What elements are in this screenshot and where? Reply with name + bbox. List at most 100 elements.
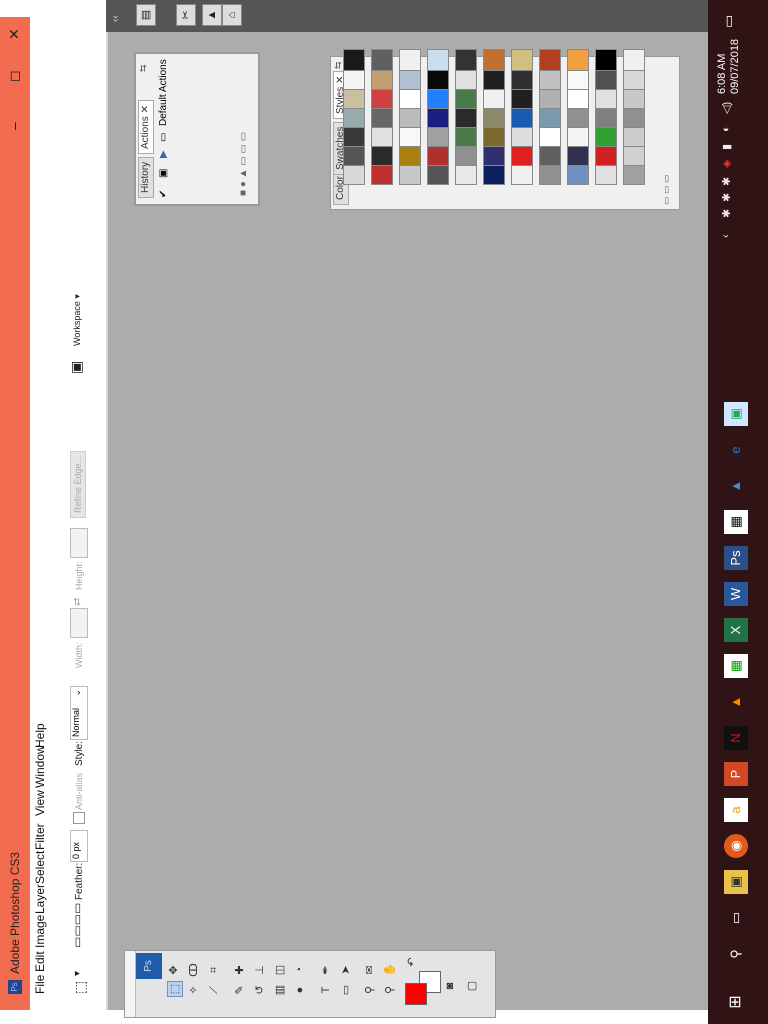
style-swatch[interactable] bbox=[371, 87, 393, 109]
style-swatch[interactable] bbox=[511, 87, 533, 109]
brushes-panel-icon[interactable]: ▤ bbox=[136, 4, 156, 26]
style-swatch[interactable] bbox=[455, 49, 477, 71]
menu-file[interactable]: File bbox=[33, 975, 47, 994]
style-swatch[interactable] bbox=[399, 49, 421, 71]
restore-button[interactable]: ◻ bbox=[6, 70, 23, 82]
style-swatch[interactable] bbox=[343, 106, 365, 128]
style-swatch[interactable] bbox=[371, 144, 393, 166]
style-swatch[interactable] bbox=[567, 49, 589, 71]
tab-history[interactable]: History bbox=[138, 156, 154, 198]
styles-footer-icons[interactable]: ▭ ▭ ▭ bbox=[661, 174, 672, 205]
close-button[interactable]: ✕ bbox=[6, 28, 23, 40]
style-swatch[interactable] bbox=[343, 68, 365, 90]
screen-mode-icon[interactable]: ▢ bbox=[465, 979, 479, 993]
history-brush-icon[interactable]: ↺ bbox=[253, 983, 267, 997]
style-swatch[interactable] bbox=[511, 68, 533, 90]
amazon-icon[interactable]: a bbox=[724, 798, 748, 822]
style-swatch[interactable] bbox=[595, 87, 617, 109]
style-swatch[interactable] bbox=[623, 144, 645, 166]
panel-collapse-icon[interactable]: ⇆ bbox=[138, 64, 149, 72]
shape-tool-icon[interactable]: ▭ bbox=[339, 983, 353, 997]
style-swatch[interactable] bbox=[399, 87, 421, 109]
style-swatch[interactable] bbox=[595, 68, 617, 90]
dock-grip-icon[interactable]: ‹‹ bbox=[110, 15, 121, 22]
style-swatch[interactable] bbox=[511, 125, 533, 147]
style-swatch[interactable] bbox=[371, 163, 393, 185]
vlc-icon[interactable]: ▲ bbox=[724, 690, 748, 714]
expand-arrow-icon[interactable]: ▶ bbox=[158, 150, 169, 158]
style-swatch[interactable] bbox=[511, 49, 533, 71]
style-swatch[interactable] bbox=[483, 106, 505, 128]
brush-tool-icon[interactable]: ✎ bbox=[233, 983, 247, 997]
tray-app-icon-3[interactable]: ✱ bbox=[720, 177, 733, 186]
start-button-icon[interactable]: ⊞ bbox=[724, 990, 748, 1014]
word-icon[interactable]: W bbox=[724, 582, 748, 606]
style-swatch[interactable] bbox=[427, 68, 449, 90]
style-swatch[interactable] bbox=[455, 163, 477, 185]
eraser-tool-icon[interactable]: ◫ bbox=[273, 963, 287, 977]
visibility-toggle-icon[interactable]: ✔ bbox=[158, 190, 169, 198]
width-input[interactable] bbox=[70, 608, 88, 638]
workspace-menu[interactable]: Workspace ▾ bbox=[72, 294, 83, 346]
style-swatch[interactable] bbox=[595, 106, 617, 128]
style-swatch[interactable] bbox=[399, 144, 421, 166]
style-swatch[interactable] bbox=[427, 144, 449, 166]
style-swatch[interactable] bbox=[371, 125, 393, 147]
tools-panel-icon[interactable]: ✂ bbox=[176, 4, 196, 26]
style-swatch[interactable] bbox=[399, 163, 421, 185]
style-swatch[interactable] bbox=[511, 144, 533, 166]
style-swatch[interactable] bbox=[343, 87, 365, 109]
style-swatch[interactable] bbox=[483, 68, 505, 90]
swap-icon[interactable]: ⇄ bbox=[72, 598, 83, 606]
style-swatch[interactable] bbox=[623, 125, 645, 147]
style-swatch[interactable] bbox=[455, 87, 477, 109]
actions-toolbar-icons[interactable]: ■ ● ▲ ▭ ▭ ▭ bbox=[238, 132, 249, 196]
style-swatch[interactable] bbox=[623, 87, 645, 109]
clock[interactable]: 6:08 AM 09/07/2018 bbox=[716, 39, 742, 94]
menu-window[interactable]: Window bbox=[33, 745, 47, 788]
style-swatch[interactable] bbox=[623, 163, 645, 185]
style-swatch[interactable] bbox=[567, 68, 589, 90]
style-swatch[interactable] bbox=[623, 49, 645, 71]
style-swatch[interactable] bbox=[623, 106, 645, 128]
style-swatch[interactable] bbox=[623, 68, 645, 90]
info-panel-icon[interactable]: ⌂ bbox=[222, 4, 242, 26]
style-swatch[interactable] bbox=[427, 163, 449, 185]
swap-colors-icon[interactable]: ↶ bbox=[405, 955, 419, 969]
file-explorer-icon[interactable]: ▣ bbox=[724, 870, 748, 894]
style-swatch[interactable] bbox=[399, 106, 421, 128]
style-swatch[interactable] bbox=[343, 49, 365, 71]
style-swatch[interactable] bbox=[483, 49, 505, 71]
style-swatch[interactable] bbox=[511, 163, 533, 185]
style-swatch[interactable] bbox=[567, 87, 589, 109]
antialias-checkbox[interactable] bbox=[73, 812, 85, 824]
quick-mask-icon[interactable]: ◙ bbox=[443, 979, 457, 993]
style-swatch[interactable] bbox=[567, 125, 589, 147]
style-swatch[interactable] bbox=[483, 144, 505, 166]
healing-brush-icon[interactable]: ✚ bbox=[233, 963, 247, 977]
style-swatch[interactable] bbox=[539, 68, 561, 90]
menu-filter[interactable]: Filter bbox=[33, 823, 47, 850]
firefox-icon[interactable]: ◉ bbox=[724, 834, 748, 858]
path-select-icon[interactable]: ➤ bbox=[339, 963, 353, 977]
navigator-panel-icon[interactable]: ▲ bbox=[202, 4, 222, 26]
menu-select[interactable]: Select bbox=[33, 851, 47, 884]
dodge-tool-icon[interactable]: ● bbox=[293, 983, 307, 997]
style-swatch[interactable] bbox=[343, 125, 365, 147]
volume-icon[interactable]: ◁) bbox=[720, 102, 733, 114]
type-tool-icon[interactable]: T bbox=[319, 983, 333, 997]
foreground-color-swatch[interactable] bbox=[405, 983, 427, 1005]
marquee-icon[interactable]: ⬚ bbox=[72, 981, 89, 994]
style-swatch[interactable] bbox=[483, 125, 505, 147]
task-view-icon[interactable]: ▭ bbox=[724, 906, 748, 930]
zoom-tool-icon[interactable]: ⚲ bbox=[383, 983, 397, 997]
style-swatch[interactable] bbox=[371, 68, 393, 90]
style-swatch[interactable] bbox=[455, 125, 477, 147]
style-swatch[interactable] bbox=[455, 68, 477, 90]
style-swatch[interactable] bbox=[595, 49, 617, 71]
actions-set-label[interactable]: Default Actions bbox=[158, 59, 169, 126]
photos-icon[interactable]: ▣ bbox=[724, 402, 748, 426]
style-swatch[interactable] bbox=[455, 144, 477, 166]
selection-mode-icons[interactable]: ▭▭▭▭ bbox=[70, 903, 84, 948]
height-input[interactable] bbox=[70, 528, 88, 558]
